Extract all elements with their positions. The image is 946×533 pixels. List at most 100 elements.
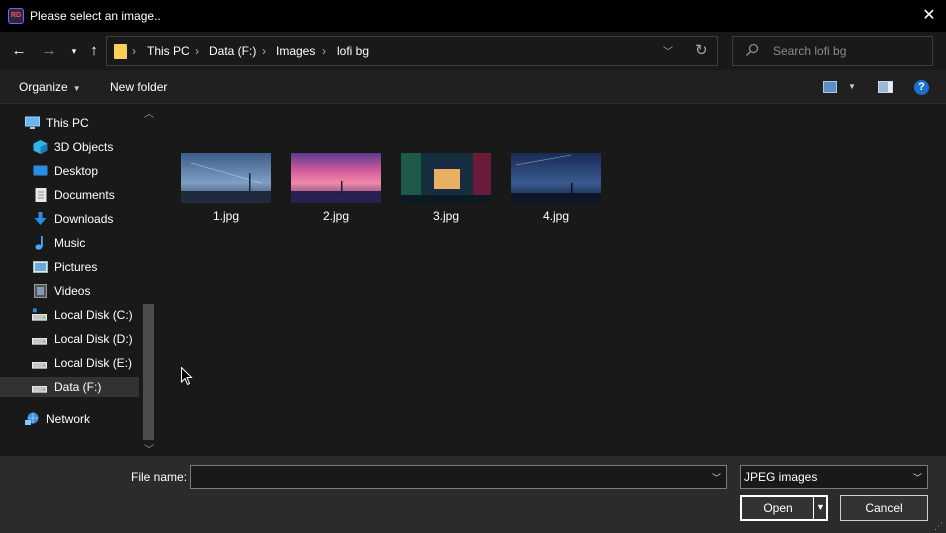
drive-icon <box>32 386 47 393</box>
organize-button[interactable]: Organize ▼ <box>19 80 81 94</box>
arrow-right-icon: → <box>41 42 57 59</box>
chevron-down-icon: ▾ <box>71 46 77 56</box>
sidebar-item-label: Documents <box>54 188 115 202</box>
file-name: 4.jpg <box>542 209 570 223</box>
scrollbar-thumb[interactable] <box>143 304 154 440</box>
open-options-dropdown[interactable]: ▼ <box>816 502 825 512</box>
file-name-dropdown[interactable]: ﹀ <box>712 471 721 484</box>
sidebar-item-label: Data (F:) <box>54 380 102 394</box>
resize-grip-icon[interactable]: ⋰ <box>934 521 944 531</box>
search-icon <box>746 43 759 56</box>
navigation-scrollbar[interactable]: ︿ ﹀ <box>140 105 158 456</box>
help-icon[interactable]: ? <box>914 80 929 95</box>
open-label: Open <box>763 501 793 515</box>
breadcrumb-separator-icon: › <box>195 44 199 58</box>
view-options-button[interactable]: ▼ <box>848 82 856 91</box>
open-button[interactable]: Open ▼ <box>740 495 828 521</box>
preview-pane-icon[interactable] <box>878 81 893 93</box>
sidebar-item-music[interactable]: Music <box>0 233 139 253</box>
sidebar-item-3d-objects[interactable]: 3D Objects <box>0 137 139 157</box>
sidebar-item-label: Network <box>46 412 91 426</box>
address-history-dropdown[interactable]: ﹀ <box>663 43 673 58</box>
chevron-down-icon: ﹀ <box>663 47 673 58</box>
breadcrumb-lofi-bg[interactable]: lofi bg <box>337 44 369 58</box>
chevron-down-icon: ﹀ <box>712 473 722 483</box>
video-icon <box>34 284 47 298</box>
computer-icon <box>25 116 40 129</box>
refresh-icon: ↻ <box>695 42 708 59</box>
sidebar-item-label: Pictures <box>54 260 98 274</box>
chevron-down-icon: ﹀ <box>913 473 923 483</box>
sidebar-item-desktop[interactable]: Desktop <box>0 161 139 181</box>
close-button[interactable]: ✕ <box>914 4 944 28</box>
music-icon <box>35 236 43 250</box>
sidebar-item-videos[interactable]: Videos <box>0 281 139 301</box>
pictures-icon <box>33 261 48 273</box>
breadcrumb-separator-icon: › <box>322 44 326 58</box>
sidebar-item-label: 3D Objects <box>54 140 114 154</box>
download-icon <box>34 212 47 225</box>
title-bar: RD Please select an image.. ✕ <box>0 0 946 32</box>
system-drive-icon <box>32 308 47 321</box>
file-open-dialog: RD Please select an image.. ✕ ← → ▾ ↑ › … <box>0 0 946 533</box>
back-button[interactable]: ← <box>9 40 29 62</box>
file-type-select[interactable]: JPEG images <box>740 465 928 489</box>
drive-icon <box>32 362 47 369</box>
sidebar-item-label: Music <box>54 236 86 250</box>
sidebar-item-this-pc[interactable]: This PC <box>0 113 139 133</box>
sidebar-item-documents[interactable]: Documents <box>0 185 139 205</box>
search-input[interactable]: Search lofi bg <box>732 36 933 66</box>
sidebar-item-local-disk-d[interactable]: Local Disk (D:) <box>0 329 139 349</box>
cancel-button[interactable]: Cancel <box>840 495 928 521</box>
document-icon <box>35 188 47 202</box>
organize-label: Organize <box>19 80 68 94</box>
folder-icon <box>114 44 127 59</box>
forward-button[interactable]: → <box>39 40 59 62</box>
sidebar-item-network[interactable]: Network <box>0 409 139 429</box>
split-divider <box>813 497 814 519</box>
file-name: 1.jpg <box>212 209 240 223</box>
address-bar[interactable]: › This PC › Data (F:) › Images › lofi bg… <box>106 36 718 66</box>
sidebar-item-pictures[interactable]: Pictures <box>0 257 139 277</box>
search-placeholder: Search lofi bg <box>773 44 847 58</box>
sidebar-item-label: Downloads <box>54 212 114 226</box>
mouse-cursor-icon <box>181 367 193 386</box>
sidebar-item-label: Desktop <box>54 164 99 178</box>
app-icon: RD <box>8 8 24 24</box>
arrow-left-icon: ← <box>11 42 27 59</box>
cube-icon <box>33 140 48 154</box>
command-toolbar: Organize ▼ New folder ▼ ? <box>0 70 946 104</box>
up-button[interactable]: ↑ <box>84 40 104 62</box>
address-row: ← → ▾ ↑ › This PC › Data (F:) › Images ›… <box>0 32 946 70</box>
new-folder-button[interactable]: New folder <box>110 80 167 94</box>
file-type-dropdown[interactable]: ﹀ <box>913 471 922 484</box>
scroll-up-icon[interactable]: ︿ <box>144 105 154 120</box>
sidebar-item-downloads[interactable]: Downloads <box>0 209 139 229</box>
file-name: 2.jpg <box>322 209 350 223</box>
sidebar-item-data-f[interactable]: Data (F:) <box>0 377 139 397</box>
scroll-down-icon[interactable]: ﹀ <box>144 441 154 456</box>
breadcrumb-this-pc[interactable]: This PC <box>147 44 190 58</box>
sidebar-item-label: Videos <box>54 284 91 298</box>
image-thumbnail <box>291 153 381 203</box>
sidebar-item-label: This PC <box>46 116 89 130</box>
desktop-icon <box>33 165 48 176</box>
change-view-icon[interactable] <box>823 81 837 93</box>
navigation-pane: This PC 3D Objects Desktop Documents Dow… <box>0 105 158 456</box>
breadcrumb-data-f[interactable]: Data (F:) <box>209 44 256 58</box>
breadcrumb-separator-icon: › <box>132 44 136 58</box>
breadcrumb-images[interactable]: Images <box>276 44 315 58</box>
recent-locations-button[interactable]: ▾ <box>64 40 84 62</box>
file-name-input[interactable] <box>190 465 727 489</box>
window-title: Please select an image.. <box>30 9 161 23</box>
image-thumbnail <box>511 153 601 203</box>
sidebar-item-label: Local Disk (C:) <box>54 308 133 322</box>
close-icon: ✕ <box>922 7 936 24</box>
refresh-button[interactable]: ↻ <box>695 41 708 59</box>
sidebar-item-local-disk-e[interactable]: Local Disk (E:) <box>0 353 139 373</box>
caret-down-icon: ▼ <box>72 84 81 93</box>
file-list: 1.jpg 2.jpg 3.jpg 4.jpg <box>159 105 946 456</box>
breadcrumb-separator-icon: › <box>262 44 266 58</box>
sidebar-item-local-disk-c[interactable]: Local Disk (C:) <box>0 305 139 325</box>
caret-down-icon: ▼ <box>848 82 856 91</box>
